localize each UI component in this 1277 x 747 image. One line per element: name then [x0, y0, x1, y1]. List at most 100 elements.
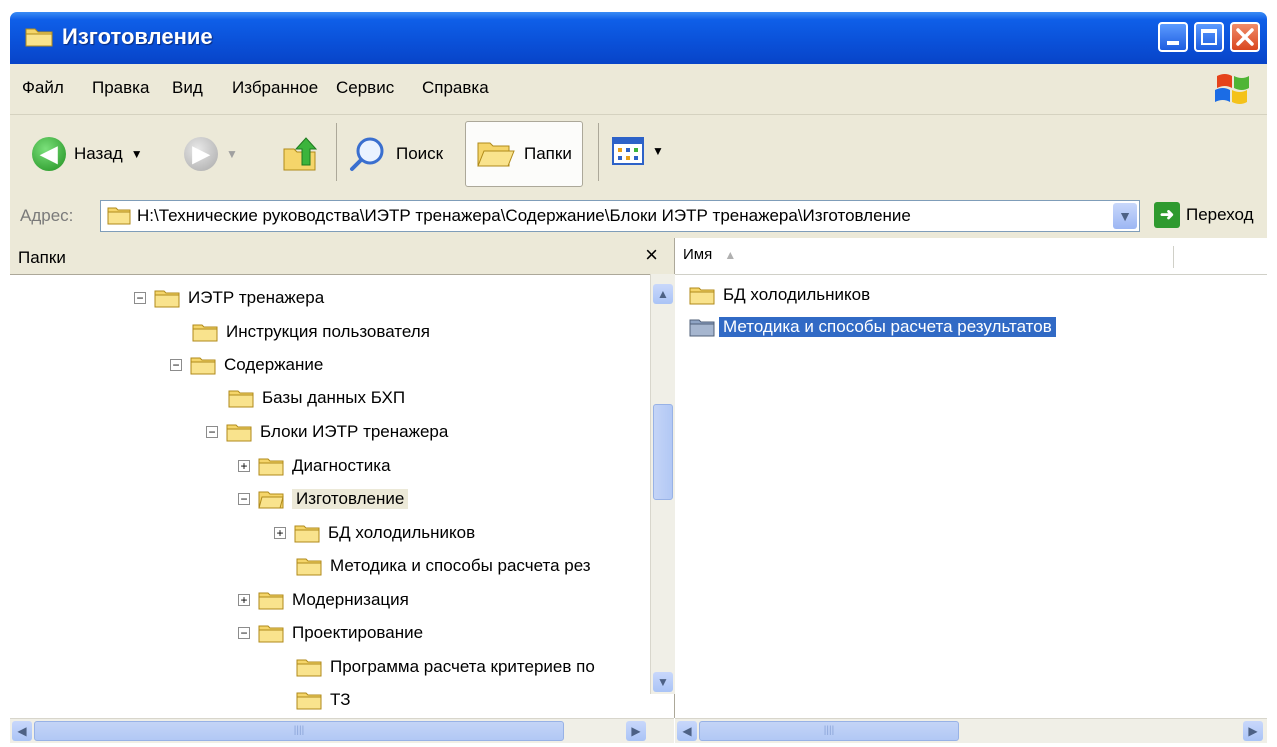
vertical-scrollbar[interactable]: ▲ ▼ [650, 274, 675, 694]
collapse-icon[interactable]: − [238, 627, 250, 639]
scroll-left-button[interactable]: ◀ [677, 721, 697, 741]
back-arrow-icon: ◀ [32, 137, 66, 171]
expand-icon[interactable]: + [274, 527, 286, 539]
dropdown-arrow-icon: ▼ [130, 147, 143, 161]
go-button[interactable]: ➜ Переход [1154, 202, 1254, 228]
collapse-icon[interactable]: − [206, 426, 218, 438]
expand-icon[interactable]: + [238, 460, 250, 472]
tree-item[interactable]: − Проектирование [238, 618, 423, 648]
folder-icon [190, 357, 216, 375]
list-item[interactable]: БД холодильников [689, 282, 874, 308]
menu-tools[interactable]: Сервис [336, 78, 394, 98]
address-bar: Адрес: H:\Технические руководства\ИЭТР т… [10, 196, 1267, 239]
views-button[interactable]: ▼ [612, 137, 664, 165]
menu-edit[interactable]: Правка [92, 78, 149, 98]
title-bar[interactable]: Изготовление [10, 12, 1267, 64]
forward-button[interactable]: ▶ ▼ [184, 137, 238, 171]
folder-icon [228, 390, 254, 408]
collapse-icon[interactable]: − [238, 493, 250, 505]
tree-item-label: Методика и способы расчета рез [330, 556, 591, 575]
windows-logo-icon [1211, 70, 1251, 106]
tree-item-label: ИЭТР тренажера [188, 288, 325, 307]
tree-item[interactable]: − ИЭТР тренажера [134, 283, 324, 313]
tree-item-label: Изготовление [292, 489, 409, 509]
search-label: Поиск [396, 144, 444, 163]
maximize-button[interactable] [1194, 22, 1224, 52]
address-label: Адрес: [20, 206, 74, 225]
scroll-right-button[interactable]: ▶ [1243, 721, 1263, 741]
tree-item-label: Инструкция пользователя [226, 322, 430, 341]
folder-icon [296, 659, 322, 677]
tree-item[interactable]: − Блоки ИЭТР тренажера [206, 417, 448, 447]
up-folder-button[interactable] [280, 135, 320, 173]
file-list-pane: Имя ▲ БД холодильников Методика и способ… [675, 238, 1267, 718]
horizontal-scrollbar-right[interactable]: ◀ |||| ▶ [675, 718, 1267, 743]
tree-item[interactable]: + Модернизация [238, 585, 409, 615]
open-folder-icon [258, 491, 284, 509]
address-dropdown-button[interactable]: ▼ [1113, 203, 1137, 229]
scroll-thumb[interactable]: |||| [34, 721, 564, 741]
column-header-name[interactable]: Имя ▲ [683, 246, 1174, 268]
tree-item-label: Диагностика [292, 456, 391, 475]
menu-view[interactable]: Вид [172, 78, 203, 98]
folder-icon [296, 692, 322, 710]
tree-item-label: БД холодильников [328, 523, 476, 542]
tree-item-label: Содержание [224, 355, 324, 374]
folder-icon [296, 558, 322, 576]
scroll-right-button[interactable]: ▶ [626, 721, 646, 741]
expand-icon[interactable]: + [238, 594, 250, 606]
collapse-icon[interactable]: − [170, 359, 182, 371]
dropdown-arrow-icon: ▼ [652, 144, 664, 158]
tree-item-label: Блоки ИЭТР тренажера [260, 422, 449, 441]
folder-icon [192, 324, 218, 342]
search-button[interactable]: Поиск [348, 135, 443, 173]
tree-item[interactable]: Программа расчета критериев по [296, 652, 595, 682]
tree-item-label: Базы данных БХП [262, 388, 406, 407]
close-button[interactable] [1230, 22, 1260, 52]
search-icon [350, 137, 384, 171]
tree-item[interactable]: + Диагностика [238, 451, 391, 481]
tree-item-label: Программа расчета критериев по [330, 657, 595, 676]
menu-file[interactable]: Файл [22, 78, 64, 98]
column-name-label: Имя [683, 246, 713, 263]
menu-help[interactable]: Справка [422, 78, 489, 98]
window-title: Изготовление [62, 24, 213, 49]
menu-favorites[interactable]: Избранное [232, 78, 318, 98]
folders-pane-header: Папки × [10, 238, 674, 275]
folder-icon [24, 24, 54, 48]
scroll-down-button[interactable]: ▼ [653, 672, 673, 692]
collapse-icon[interactable]: − [134, 292, 146, 304]
forward-arrow-icon: ▶ [184, 137, 218, 171]
scroll-thumb[interactable]: |||| [699, 721, 959, 741]
close-pane-button[interactable]: × [645, 242, 658, 268]
address-field[interactable]: H:\Технические руководства\ИЭТР тренажер… [100, 200, 1140, 232]
tree-item-label: Модернизация [292, 590, 409, 609]
folder-icon [258, 592, 284, 610]
scroll-thumb[interactable] [653, 404, 673, 500]
minimize-button[interactable] [1158, 22, 1188, 52]
close-icon [1236, 28, 1254, 46]
column-header-bar: Имя ▲ [675, 238, 1267, 275]
tree-item[interactable]: Базы данных БХП [228, 383, 405, 413]
folder-icon [226, 424, 252, 442]
list-item-selected[interactable]: Методика и способы расчета результатов [689, 314, 1056, 340]
list-item-label: БД холодильников [723, 285, 871, 304]
back-button[interactable]: ◀ Назад ▼ [32, 137, 143, 171]
sort-ascending-icon: ▲ [724, 248, 737, 262]
folders-icon [477, 142, 515, 167]
scroll-up-button[interactable]: ▲ [653, 284, 673, 304]
tree-item[interactable]: − Содержание [170, 350, 323, 380]
tree-item[interactable]: + БД холодильников [274, 518, 475, 548]
dropdown-arrow-icon: ▼ [226, 147, 238, 161]
tree-item[interactable]: Инструкция пользователя [192, 317, 430, 347]
tree-item-selected[interactable]: − Изготовление [238, 484, 409, 514]
list-item-label: Методика и способы расчета результатов [719, 317, 1056, 337]
horizontal-scrollbar-left[interactable]: ◀ |||| ▶ [10, 718, 674, 743]
toolbar: ◀ Назад ▼ ▶ ▼ Поиск Папки ▼ [10, 114, 1267, 198]
go-arrow-icon: ➜ [1154, 202, 1180, 228]
tree-item[interactable]: ТЗ [296, 685, 350, 715]
scroll-left-button[interactable]: ◀ [12, 721, 32, 741]
tree-item[interactable]: Методика и способы расчета рез [296, 551, 591, 581]
folders-button[interactable]: Папки [465, 121, 583, 187]
folders-pane-title: Папки [18, 248, 66, 267]
